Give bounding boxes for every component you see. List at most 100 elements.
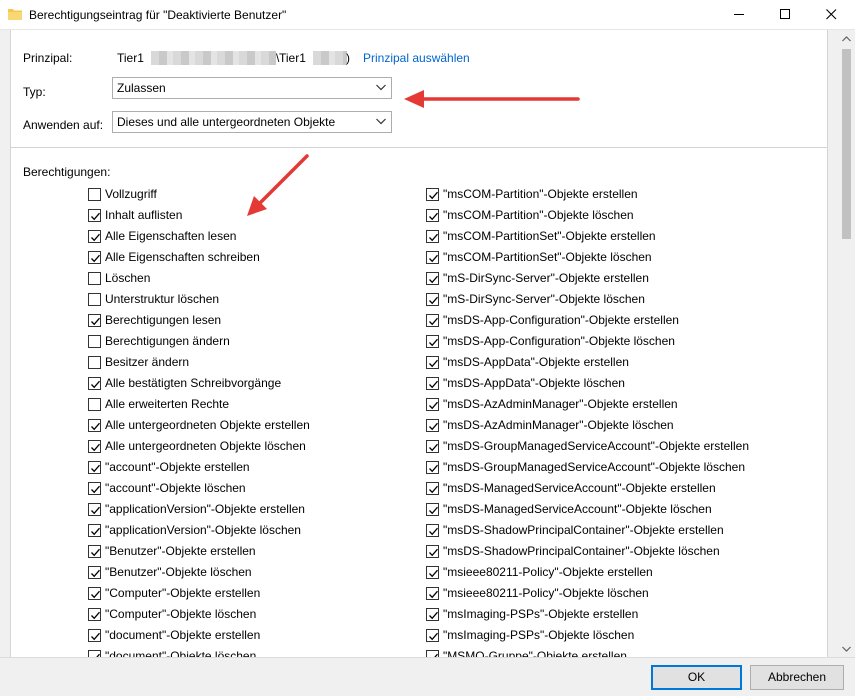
permission-label: Berechtigungen lesen [105, 313, 222, 327]
permission-checkbox[interactable] [426, 524, 439, 537]
permission-checkbox[interactable] [88, 503, 101, 516]
checkmark-icon [429, 380, 438, 389]
permission-checkbox[interactable] [88, 566, 101, 579]
permission-label: "Benutzer"-Objekte löschen [105, 565, 252, 579]
permission-checkbox[interactable] [88, 545, 101, 558]
permission-label: "msImaging-PSPs"-Objekte erstellen [443, 607, 639, 621]
permission-checkbox[interactable] [88, 209, 101, 222]
permission-checkbox[interactable] [426, 230, 439, 243]
select-principal-link[interactable]: Prinzipal auswählen [363, 51, 470, 65]
permission-checkbox[interactable] [426, 503, 439, 516]
permission-checkbox[interactable] [88, 440, 101, 453]
maximize-icon [780, 9, 790, 19]
checkmark-icon [429, 632, 438, 641]
permission-checkbox[interactable] [88, 629, 101, 642]
permission-checkbox[interactable] [426, 629, 439, 642]
permission-label: Alle erweiterten Rechte [105, 397, 230, 411]
permission-checkbox[interactable] [88, 650, 101, 657]
chevron-up-icon [842, 36, 851, 42]
permission-checkbox[interactable] [426, 461, 439, 474]
checkmark-icon [91, 254, 100, 263]
permission-checkbox[interactable] [88, 356, 101, 369]
checkmark-icon [429, 464, 438, 473]
permission-checkbox[interactable] [88, 293, 101, 306]
checkmark-icon [91, 632, 100, 641]
permission-checkbox[interactable] [426, 335, 439, 348]
checkmark-icon [91, 548, 100, 557]
permission-checkbox[interactable] [426, 440, 439, 453]
permission-label: "msDS-AppData"-Objekte erstellen [443, 355, 629, 369]
permission-label: "msDS-AppData"-Objekte löschen [443, 376, 625, 390]
permission-label: "msDS-AzAdminManager"-Objekte erstellen [443, 397, 678, 411]
title-bar: Berechtigungseintrag für "Deaktivierte B… [0, 0, 855, 30]
permission-checkbox[interactable] [88, 251, 101, 264]
permission-label: "msDS-GroupManagedServiceAccount"-Objekt… [443, 439, 749, 453]
permission-checkbox[interactable] [426, 314, 439, 327]
close-icon [826, 9, 837, 20]
permission-checkbox[interactable] [88, 608, 101, 621]
checkmark-icon [429, 590, 438, 599]
permission-checkbox[interactable] [88, 188, 101, 201]
checkmark-icon [91, 464, 100, 473]
permission-label: "msieee80211-Policy"-Objekte löschen [443, 586, 649, 600]
checkmark-icon [429, 485, 438, 494]
permission-checkbox[interactable] [88, 419, 101, 432]
type-select[interactable]: Zulassen [112, 77, 392, 99]
checkmark-icon [429, 296, 438, 305]
permission-checkbox[interactable] [88, 377, 101, 390]
permission-label: "Computer"-Objekte löschen [105, 607, 257, 621]
permission-checkbox[interactable] [426, 650, 439, 657]
permission-checkbox[interactable] [88, 230, 101, 243]
maximize-button[interactable] [763, 0, 809, 30]
apply-to-select[interactable]: Dieses und alle untergeordneten Objekte [112, 111, 392, 133]
checkmark-icon [91, 569, 100, 578]
permission-checkbox[interactable] [426, 608, 439, 621]
permission-label: Löschen [105, 271, 151, 285]
permission-label: "msDS-App-Configuration"-Objekte erstell… [443, 313, 679, 327]
checkmark-icon [429, 506, 438, 515]
checkmark-icon [91, 590, 100, 599]
permission-checkbox[interactable] [88, 524, 101, 537]
scroll-up-button[interactable] [838, 30, 855, 47]
permission-label: Alle untergeordneten Objekte erstellen [105, 418, 310, 432]
permission-checkbox[interactable] [426, 209, 439, 222]
permission-checkbox[interactable] [426, 545, 439, 558]
vertical-scrollbar[interactable] [838, 30, 855, 657]
permission-checkbox[interactable] [426, 482, 439, 495]
permission-checkbox[interactable] [88, 335, 101, 348]
permission-checkbox[interactable] [426, 377, 439, 390]
permission-checkbox[interactable] [426, 293, 439, 306]
checkmark-icon [429, 569, 438, 578]
permission-checkbox[interactable] [88, 398, 101, 411]
chevron-down-icon [376, 118, 386, 125]
permission-checkbox[interactable] [426, 566, 439, 579]
permission-checkbox[interactable] [426, 587, 439, 600]
permission-checkbox[interactable] [426, 398, 439, 411]
permission-label: "applicationVersion"-Objekte löschen [105, 523, 301, 537]
checkmark-icon [91, 212, 100, 221]
permission-checkbox[interactable] [88, 482, 101, 495]
permission-checkbox[interactable] [88, 461, 101, 474]
apply-to-select-value: Dieses und alle untergeordneten Objekte [117, 115, 336, 129]
permission-checkbox[interactable] [426, 251, 439, 264]
permission-checkbox[interactable] [426, 356, 439, 369]
permission-label: Unterstruktur löschen [105, 292, 220, 306]
checkmark-icon [429, 212, 438, 221]
permission-label: "document"-Objekte erstellen [105, 628, 261, 642]
permission-checkbox[interactable] [88, 272, 101, 285]
scrollbar-thumb[interactable] [842, 49, 851, 239]
permission-checkbox[interactable] [426, 272, 439, 285]
permission-checkbox[interactable] [426, 419, 439, 432]
permission-checkbox[interactable] [88, 314, 101, 327]
permission-checkbox[interactable] [426, 188, 439, 201]
chevron-down-icon [376, 84, 386, 91]
scroll-down-button[interactable] [838, 640, 855, 657]
permission-checkbox[interactable] [88, 587, 101, 600]
close-button[interactable] [809, 0, 855, 30]
checkmark-icon [429, 548, 438, 557]
minimize-button[interactable] [717, 0, 763, 30]
permission-label: "msDS-GroupManagedServiceAccount"-Objekt… [443, 460, 745, 474]
principal-domain: Tier1 [117, 51, 144, 65]
cancel-button[interactable]: Abbrechen [750, 665, 844, 690]
ok-button[interactable]: OK [651, 665, 742, 690]
